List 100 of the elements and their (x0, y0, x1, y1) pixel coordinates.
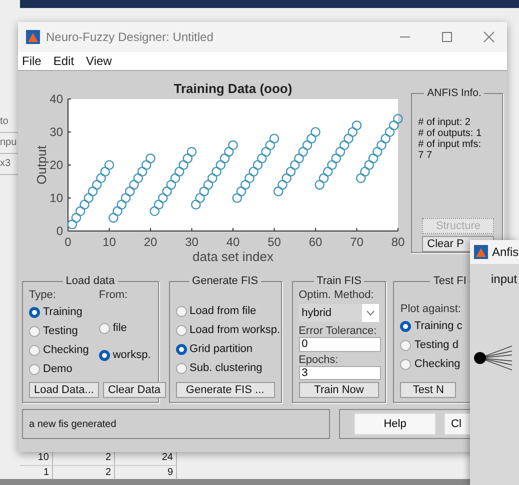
y-tick-label: 40 (50, 92, 63, 106)
method-dropdown[interactable]: hybrid (298, 304, 380, 322)
window-title: Neuro-Fuzzy Designer: Untitled (46, 30, 214, 44)
x-tick-label: 40 (226, 235, 240, 249)
data-point (158, 193, 168, 203)
radio-option[interactable]: Grid partition (176, 341, 253, 357)
data-point (256, 154, 267, 164)
data-point (133, 173, 144, 184)
panel-title: Test FI (432, 275, 468, 287)
data-point (310, 127, 320, 137)
radio-option[interactable]: Testing d (400, 337, 458, 353)
data-point (331, 154, 342, 164)
info-text: 7 7 (418, 150, 434, 161)
tolerance-field[interactable]: 0 (298, 337, 381, 352)
menu-item[interactable]: View (86, 54, 112, 68)
data-point (364, 160, 374, 170)
type-label: Type: (29, 289, 57, 301)
panel-button[interactable]: Clear Data (102, 382, 166, 398)
x-tick-label: 20 (144, 235, 158, 249)
data-point (335, 146, 346, 157)
data-point (339, 140, 350, 150)
data-point (240, 180, 250, 190)
radio-button-icon[interactable] (29, 326, 40, 336)
radio-button-icon[interactable] (98, 322, 110, 334)
epochs-field[interactable]: 3 (298, 366, 381, 380)
radio-option[interactable]: Training c (400, 318, 462, 334)
status-text: a new fis generated (29, 418, 116, 430)
menu-item[interactable]: Edit (53, 54, 74, 68)
data-point (178, 160, 188, 170)
radio-button-icon[interactable] (176, 344, 187, 354)
y-axis-label: Output (34, 145, 49, 185)
radio-option[interactable]: Training (29, 304, 82, 320)
data-point (290, 160, 300, 170)
radio-button-icon[interactable] (176, 362, 187, 374)
data-point (67, 220, 78, 230)
radio-option[interactable]: Load from file (176, 303, 256, 319)
radio-button-icon[interactable] (400, 358, 412, 370)
data-point (112, 206, 122, 216)
panel-title: Train FIS (316, 275, 362, 287)
data-point (298, 146, 308, 157)
data-point (352, 120, 362, 130)
panel-title: Generate FIS (191, 275, 260, 287)
data-point (190, 200, 201, 210)
data-point (220, 154, 230, 164)
menu-item[interactable]: File (22, 54, 42, 68)
data-point (393, 114, 403, 124)
radio-button-icon[interactable] (29, 306, 40, 318)
y-tick-label: 20 (50, 158, 63, 172)
radio-button-icon[interactable] (176, 324, 187, 336)
data-point (124, 186, 135, 196)
data-point (286, 166, 296, 176)
tolerance-label: Error Tolerance: (298, 325, 378, 337)
data-point (376, 140, 386, 150)
data-point (100, 166, 110, 176)
data-point (302, 140, 312, 150)
radio-button-icon[interactable] (176, 306, 187, 316)
data-point (96, 173, 106, 184)
generate-fis-button[interactable]: Generate FIS ... (176, 382, 275, 398)
panel-button[interactable]: Load Data... (29, 382, 99, 398)
radio-option[interactable]: worksp. (98, 347, 151, 363)
radio-button-icon[interactable] (29, 344, 40, 356)
data-point (236, 186, 246, 196)
train-now-button[interactable]: Train Now (298, 382, 380, 398)
radio-button-icon[interactable] (29, 364, 40, 374)
app-icon (26, 30, 40, 44)
method-label: Optim. Method: (298, 289, 375, 301)
radio-button-icon[interactable] (400, 320, 412, 332)
info-text: # of outputs: 1 (418, 128, 483, 139)
data-point (174, 166, 184, 176)
data-point (318, 173, 329, 184)
data-point (380, 134, 391, 144)
radio-option[interactable]: Demo (29, 361, 72, 377)
data-point (278, 180, 288, 190)
radio-option[interactable]: Checking (400, 356, 460, 372)
data-point (384, 127, 395, 137)
data-point (120, 193, 131, 203)
data-point (348, 127, 358, 137)
radio-option[interactable]: Testing (29, 323, 78, 339)
close-icon[interactable] (483, 31, 495, 43)
data-point (80, 200, 90, 210)
radio-option[interactable]: file (98, 320, 127, 336)
radio-button-icon[interactable] (98, 350, 110, 360)
x-tick-label: 50 (268, 235, 281, 249)
radio-button-icon[interactable] (400, 340, 412, 350)
x-tick-label: 10 (102, 235, 116, 249)
app-icon (474, 245, 488, 259)
data-point (228, 140, 238, 150)
data-point (261, 146, 271, 157)
maximize-icon[interactable] (441, 31, 453, 43)
data-point (195, 193, 205, 203)
dialog-button[interactable]: Help (354, 413, 436, 435)
x-tick-label: 70 (350, 235, 364, 249)
data-point (269, 134, 280, 144)
info-text: # of input mfs: (418, 139, 482, 150)
chart-title: Training Data (ooo) (174, 81, 292, 96)
test-now-button[interactable]: Test N (400, 382, 456, 398)
radio-option[interactable]: Load from worksp. (176, 322, 280, 338)
data-point (170, 173, 180, 184)
radio-option[interactable]: Checking (29, 342, 89, 358)
radio-option[interactable]: Sub. clustering (176, 360, 262, 376)
